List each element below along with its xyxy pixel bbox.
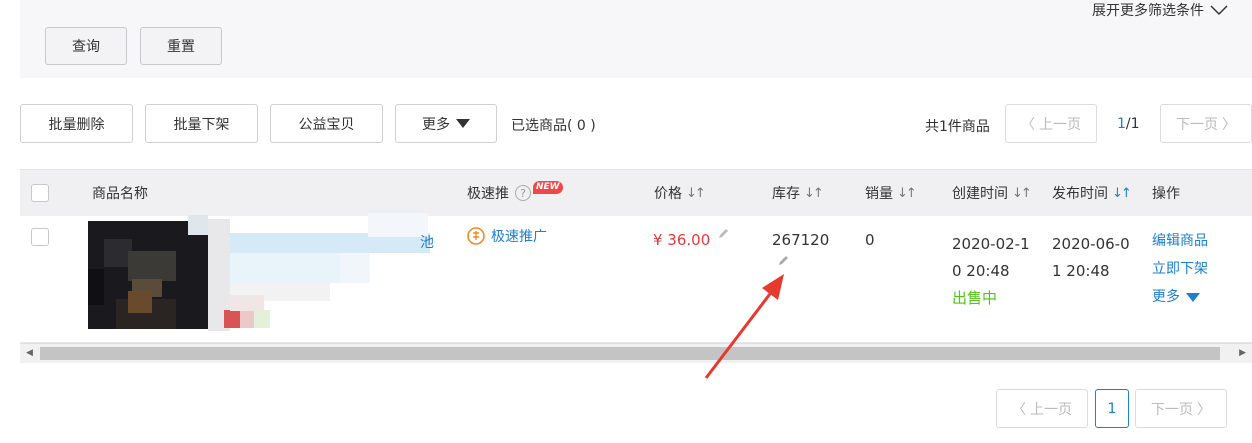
- sort-icon[interactable]: ↓↑: [1012, 186, 1032, 201]
- top-prev-page-button[interactable]: 〈 上一页: [1005, 104, 1097, 143]
- bottom-prev-label: 上一页: [1030, 401, 1072, 418]
- header-name: 商品名称: [92, 170, 148, 216]
- header-sales[interactable]: 销量 ↓↑: [865, 170, 917, 216]
- total-count: 共1件商品: [925, 119, 990, 135]
- selected-count: 已选商品( 0 ): [511, 118, 596, 134]
- page-current: 1: [1117, 116, 1126, 132]
- published-time: 2020-06-0 1 20:48: [1052, 231, 1130, 285]
- header-actions: 操作: [1152, 170, 1180, 216]
- batch-delist-label: 批量下架: [173, 116, 230, 133]
- promo-icon: [467, 227, 485, 245]
- created-line-1: 2020-02-1: [952, 235, 1030, 253]
- header-stock[interactable]: 库存 ↓↑: [772, 170, 824, 216]
- created-line-2: 0 20:48: [952, 262, 1010, 280]
- page-indicator: 1/1: [1117, 116, 1140, 132]
- header-published[interactable]: 发布时间 ↓↑: [1052, 170, 1132, 216]
- promo-link[interactable]: 极速推广: [467, 226, 547, 246]
- header-promo: 极速推 ? NEW: [467, 170, 563, 216]
- top-prev-label: 上一页: [1039, 116, 1081, 133]
- published-line-2: 1 20:48: [1052, 262, 1110, 280]
- more-actions-label: 更多: [1152, 289, 1180, 305]
- batch-delete-label: 批量删除: [48, 116, 105, 133]
- header-created-label: 创建时间: [952, 186, 1008, 202]
- more-dropdown-button[interactable]: 更多: [395, 104, 497, 143]
- chevron-down-icon: [1210, 5, 1228, 16]
- sort-icon[interactable]: ↓↑: [897, 186, 917, 201]
- sort-icon[interactable]: ↓↑: [804, 186, 824, 201]
- top-next-page-button[interactable]: 下一页 〉: [1160, 104, 1252, 143]
- page-total: /1: [1125, 116, 1140, 132]
- select-all-checkbox[interactable]: [31, 184, 49, 202]
- header-actions-label: 操作: [1152, 186, 1180, 202]
- more-actions-link[interactable]: 更多: [1152, 283, 1208, 311]
- more-label: 更多: [422, 116, 450, 133]
- table-header: 商品名称 极速推 ? NEW 价格 ↓↑ 库存 ↓↑ 销量 ↓↑ 创建时间 ↓↑…: [20, 169, 1252, 216]
- batch-delete-button[interactable]: 批量删除: [20, 104, 133, 143]
- header-price[interactable]: 价格 ↓↑: [654, 170, 706, 216]
- charity-button[interactable]: 公益宝贝: [270, 104, 383, 143]
- help-icon[interactable]: ?: [515, 185, 531, 201]
- sort-icon[interactable]: ↓↑: [686, 186, 706, 201]
- query-button[interactable]: 查询: [45, 27, 127, 65]
- annotation-arrow-icon: [704, 274, 784, 379]
- header-published-label: 发布时间: [1052, 186, 1108, 202]
- chevron-right-icon: 〉: [1222, 116, 1236, 133]
- caret-down-icon: [456, 119, 470, 128]
- created-time: 2020-02-1 0 20:48 出售中: [952, 231, 1030, 312]
- expand-filters-link[interactable]: 展开更多筛选条件: [1092, 0, 1228, 20]
- top-next-label: 下一页: [1176, 116, 1218, 133]
- header-stock-label: 库存: [772, 186, 800, 202]
- bottom-page-1-button[interactable]: 1: [1095, 389, 1129, 428]
- caret-down-icon: [1186, 292, 1200, 302]
- chevron-left-icon: 〈: [1012, 401, 1026, 418]
- bottom-prev-page-button[interactable]: 〈 上一页: [996, 389, 1088, 428]
- row-checkbox[interactable]: [31, 228, 49, 246]
- query-button-label: 查询: [72, 39, 100, 55]
- promo-link-label: 极速推广: [491, 229, 547, 245]
- header-sales-label: 销量: [865, 186, 893, 202]
- horizontal-scrollbar[interactable]: ◀ ▶: [20, 343, 1252, 363]
- bottom-next-label: 下一页: [1151, 401, 1193, 418]
- table-row: 池 极速推广 ¥ 36.00 267120 0 2020-02-1 0 20:4…: [20, 213, 1252, 342]
- header-promo-label: 极速推: [467, 186, 509, 202]
- expand-filters-label: 展开更多筛选条件: [1092, 3, 1204, 19]
- sort-active-icon[interactable]: ↓↑: [1112, 186, 1132, 201]
- published-line-1: 2020-06-0: [1052, 235, 1130, 253]
- header-created[interactable]: 创建时间 ↓↑: [952, 170, 1032, 216]
- scroll-left-icon[interactable]: ◀: [26, 348, 33, 358]
- new-badge: NEW: [533, 180, 563, 194]
- bottom-page-1-label: 1: [1107, 400, 1117, 417]
- batch-delist-button[interactable]: 批量下架: [145, 104, 258, 143]
- chevron-right-icon: 〉: [1197, 401, 1211, 418]
- charity-label: 公益宝贝: [298, 116, 355, 133]
- header-name-label: 商品名称: [92, 186, 148, 202]
- reset-button[interactable]: 重置: [140, 27, 222, 65]
- header-price-label: 价格: [654, 186, 682, 202]
- edit-stock-pencil-icon[interactable]: [777, 255, 789, 267]
- row-actions: 编辑商品 立即下架 更多: [1152, 227, 1208, 311]
- edit-product-link[interactable]: 编辑商品: [1152, 227, 1208, 255]
- status-badge: 出售中: [952, 289, 998, 307]
- scroll-right-icon[interactable]: ▶: [1239, 348, 1246, 358]
- chevron-left-icon: 〈: [1021, 116, 1035, 133]
- product-mosaic: [88, 213, 438, 339]
- sales-value: 0: [865, 231, 875, 249]
- price-value: ¥ 36.00: [653, 231, 711, 249]
- scrollbar-thumb[interactable]: [40, 347, 1220, 360]
- delist-now-link[interactable]: 立即下架: [1152, 255, 1208, 283]
- reset-button-label: 重置: [167, 39, 195, 55]
- edit-price-pencil-icon[interactable]: [717, 228, 729, 240]
- stock-value: 267120: [772, 231, 830, 249]
- bottom-next-page-button[interactable]: 下一页 〉: [1135, 389, 1227, 428]
- product-title-tail[interactable]: 池: [420, 232, 434, 252]
- filter-panel: 查询 重置 展开更多筛选条件: [20, 0, 1252, 78]
